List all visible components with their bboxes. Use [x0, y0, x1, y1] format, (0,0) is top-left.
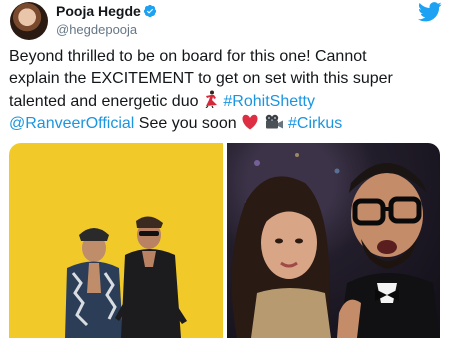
photo-yellow-background[interactable]	[9, 143, 223, 338]
photo-selfie-illustration	[231, 153, 440, 338]
tweet-text-segment: See you soon	[134, 115, 242, 132]
mention-link[interactable]: @RanveerOfficial	[9, 115, 134, 132]
avatar[interactable]	[10, 2, 48, 40]
tweet-text: Beyond thrilled to be on board for this …	[9, 46, 445, 135]
user-handle[interactable]: @hegdepooja	[56, 22, 137, 37]
verified-badge-icon	[143, 4, 157, 18]
hashtag-link[interactable]: #RohitShetty	[223, 93, 315, 110]
tweet-header: Pooja Hegde @hegdepooja	[0, 0, 451, 44]
tweet-line: @RanveerOfficial See you soon #Cirkus	[9, 113, 445, 135]
tweet-media	[9, 143, 440, 338]
photo-selfie[interactable]	[227, 143, 440, 338]
display-name[interactable]: Pooja Hegde	[56, 3, 141, 19]
tweet-text-segment: talented and energetic duo	[9, 93, 203, 110]
photo-two-men-illustration	[65, 216, 187, 338]
red-heart-emoji	[242, 114, 258, 130]
hashtag-link[interactable]: #Cirkus	[288, 115, 342, 132]
dancer-emoji	[205, 90, 217, 108]
movie-camera-emoji	[265, 114, 283, 129]
tweet-line: Beyond thrilled to be on board for this …	[9, 48, 367, 65]
twitter-bird-icon[interactable]	[418, 2, 442, 22]
tweet-line: talented and energetic duo #RohitShetty	[9, 90, 445, 113]
tweet-line: explain the EXCITEMENT to get on set wit…	[9, 70, 393, 87]
